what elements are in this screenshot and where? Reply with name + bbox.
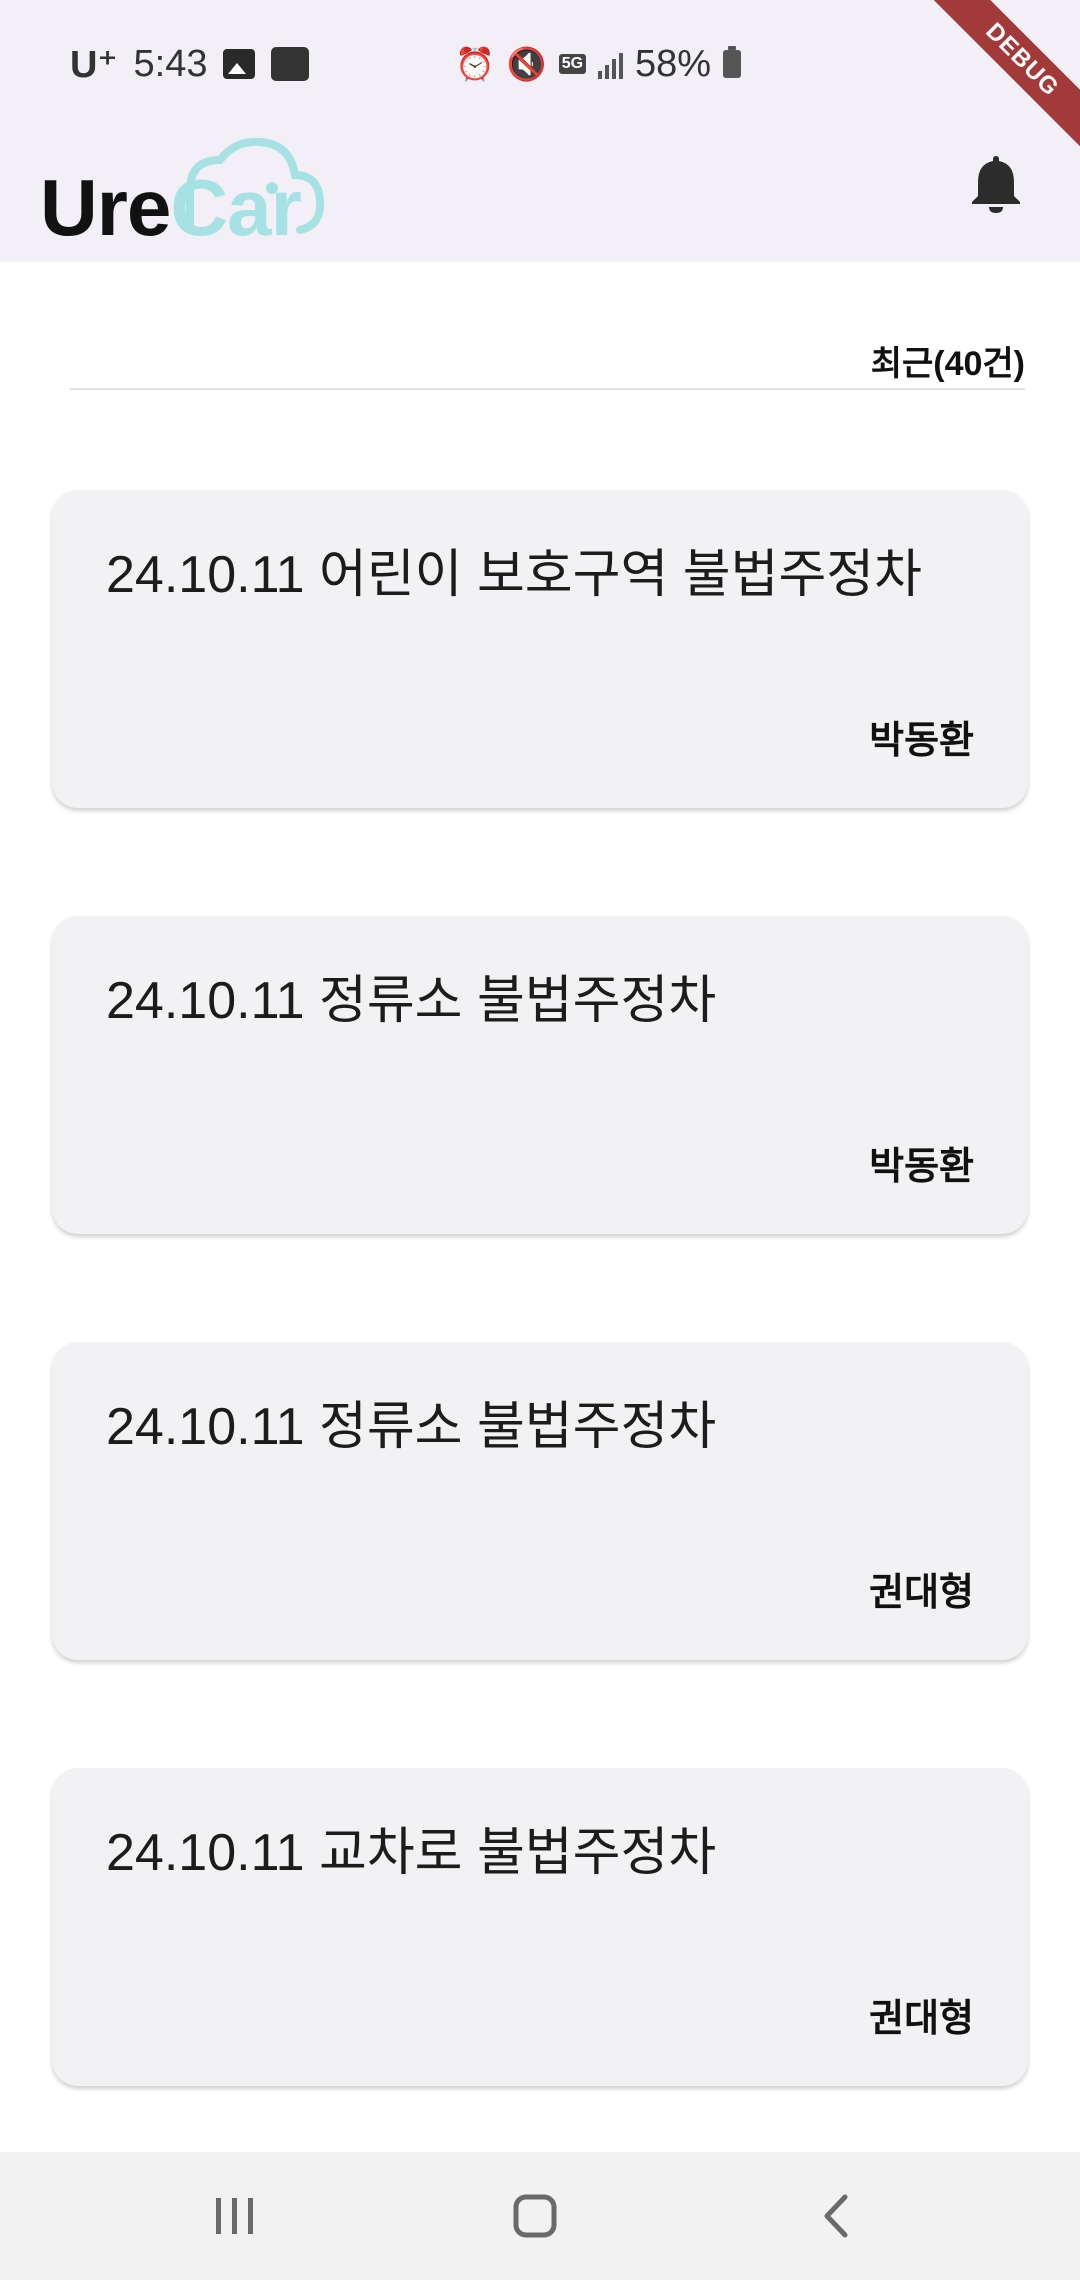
navigation-bar [0, 2152, 1080, 2280]
report-title: 24.10.11 정류소 불법주정차 [106, 972, 717, 1030]
report-author: 권대형 [869, 1998, 974, 2040]
logo-ure: Ure [40, 163, 171, 252]
filter-header: 최근(40건) [70, 330, 1025, 390]
app-bar: UreCar [0, 125, 1080, 262]
recents-button[interactable] [180, 2172, 290, 2260]
logo-car: Car [170, 163, 301, 252]
report-title: 24.10.11 교차로 불법주정차 [106, 1824, 717, 1882]
report-author: 박동환 [869, 1146, 974, 1188]
report-author: 박동환 [869, 720, 974, 762]
tmoney-icon [271, 47, 310, 81]
report-card[interactable]: 24.10.11 교차로 불법주정차 권대형 [52, 1768, 1028, 2086]
back-button[interactable] [782, 2172, 892, 2260]
carrier-label: U⁺ [70, 43, 118, 86]
report-author: 권대형 [869, 1572, 974, 1614]
gallery-icon [223, 49, 256, 79]
logo-text: UreCar [40, 168, 302, 248]
battery-percent: 58% [635, 42, 712, 85]
app-logo[interactable]: UreCar [40, 130, 340, 248]
recents-icon [216, 2198, 253, 2234]
top-area: U⁺ 5:43 ⏰ 🔇 5G 58% UreCar DEBUG [0, 0, 1080, 262]
home-button[interactable] [480, 2172, 590, 2260]
5g-icon: 5G [558, 54, 587, 74]
report-card[interactable]: 24.10.11 어린이 보호구역 불법주정차 박동환 [52, 490, 1028, 808]
bell-icon [972, 156, 1020, 213]
report-card[interactable]: 24.10.11 정류소 불법주정차 권대형 [52, 1342, 1028, 1660]
report-card[interactable]: 24.10.11 정류소 불법주정차 박동환 [52, 916, 1028, 1234]
home-icon [513, 2194, 557, 2238]
status-bar-left: U⁺ 5:43 [70, 36, 310, 92]
status-bar-right: ⏰ 🔇 5G 58% [455, 36, 742, 92]
back-icon [824, 2194, 848, 2238]
report-title: 24.10.11 어린이 보호구역 불법주정차 [106, 546, 922, 604]
status-bar: U⁺ 5:43 ⏰ 🔇 5G 58% [0, 0, 1080, 125]
mute-icon: 🔇 [506, 45, 547, 83]
battery-icon [723, 46, 742, 78]
alarm-icon: ⏰ [455, 45, 495, 83]
signal-icon [598, 49, 624, 79]
clock-time: 5:43 [133, 42, 208, 85]
report-title: 24.10.11 정류소 불법주정차 [106, 1398, 717, 1456]
notification-button[interactable] [958, 145, 1034, 221]
recent-filter-label[interactable]: 최근(40건) [871, 336, 1025, 385]
